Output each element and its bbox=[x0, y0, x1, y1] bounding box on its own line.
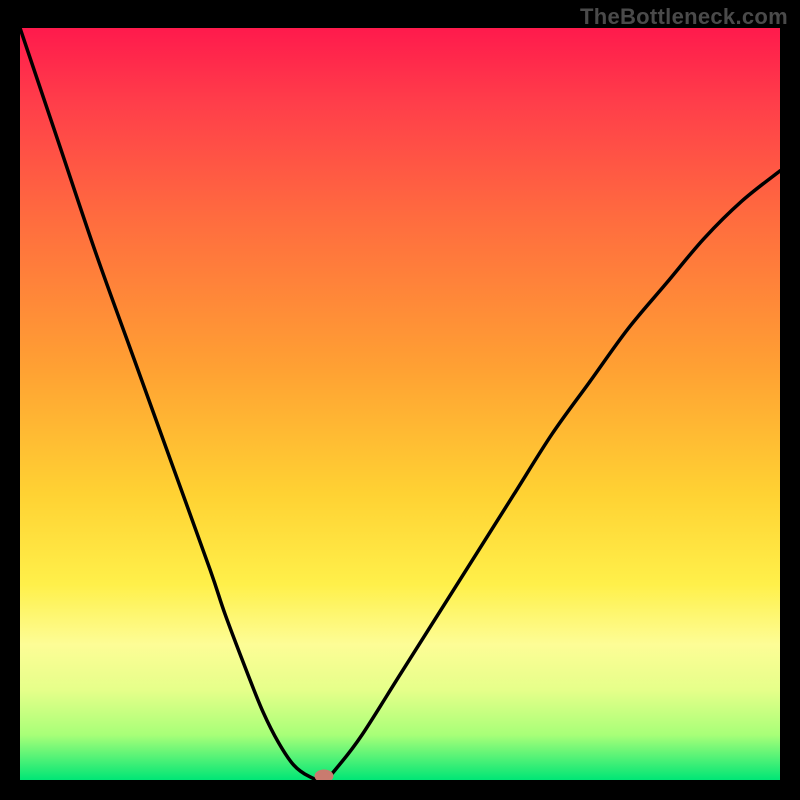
chart-frame: TheBottleneck.com bbox=[0, 0, 800, 800]
site-watermark: TheBottleneck.com bbox=[580, 4, 788, 30]
bottleneck-curve bbox=[20, 28, 780, 780]
optimum-marker bbox=[315, 770, 333, 780]
plot-area bbox=[20, 28, 780, 780]
curve-svg bbox=[20, 28, 780, 780]
